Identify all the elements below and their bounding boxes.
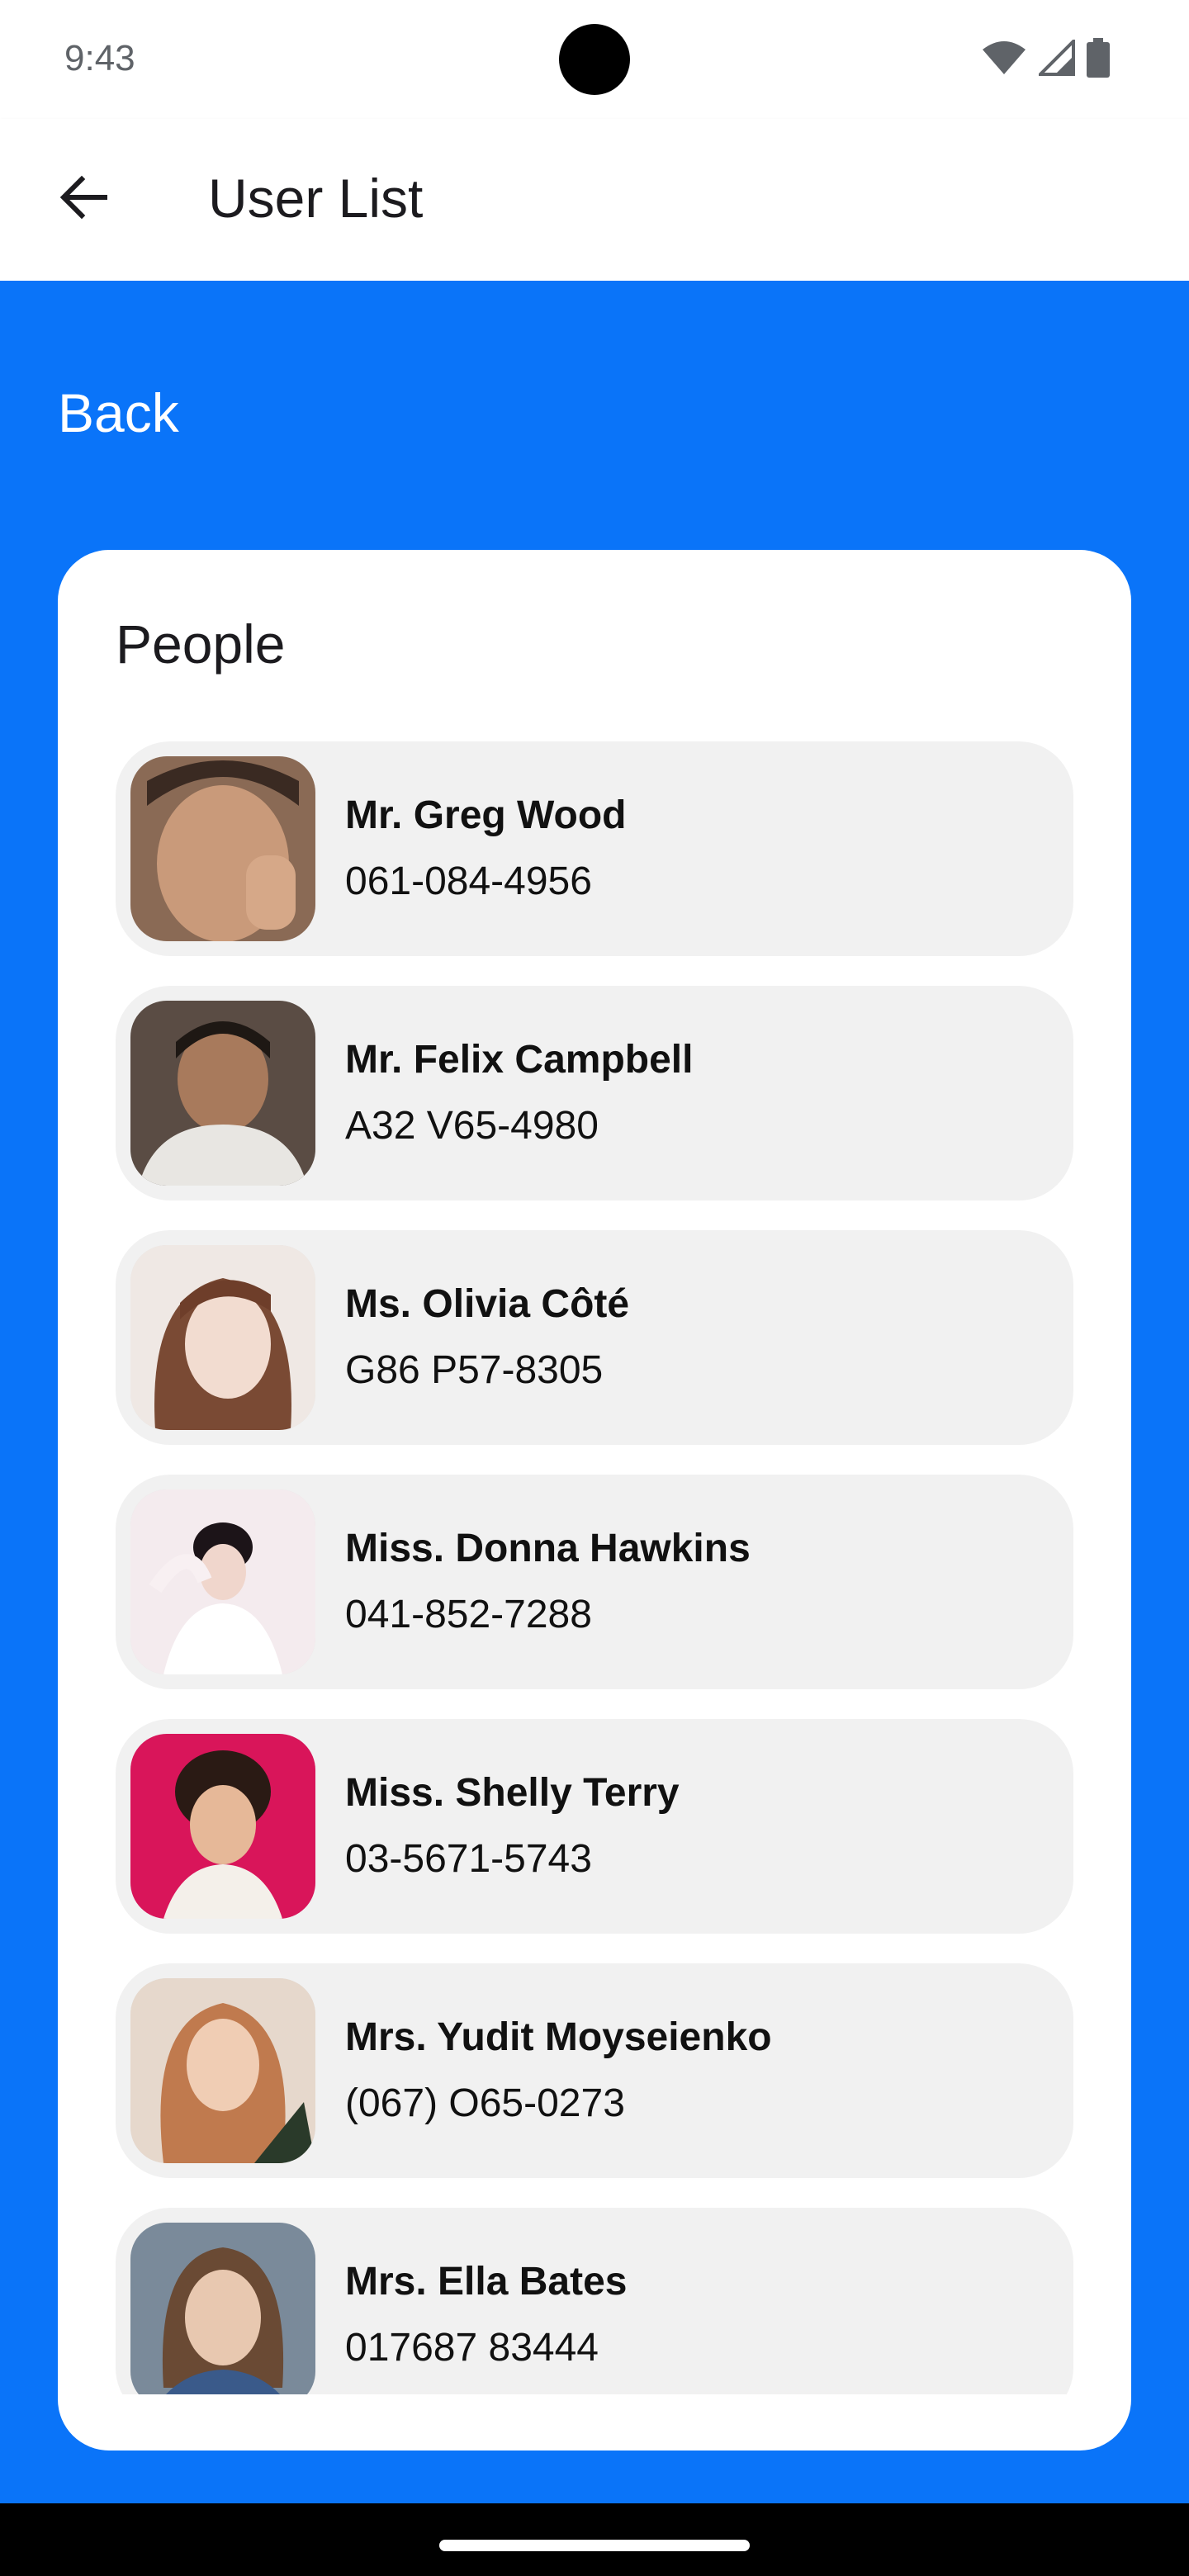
person-phone: 03-5671-5743 <box>345 1837 592 1881</box>
status-bar: 9:43 <box>0 0 1189 119</box>
list-item[interactable]: Miss. Shelly Terry 03-5671-5743 <box>116 1719 1073 1934</box>
avatar <box>130 1245 315 1430</box>
back-arrow-button[interactable] <box>46 162 121 236</box>
person-name: Ms. Olivia Côté <box>345 1282 630 1326</box>
back-link[interactable]: Back <box>58 383 179 443</box>
status-icons <box>981 38 1110 78</box>
list-item[interactable]: Mr. Greg Wood 061-084-4956 <box>116 741 1073 956</box>
person-name: Miss. Shelly Terry <box>345 1771 680 1815</box>
person-name: Mrs. Yudit Moyseienko <box>345 2015 772 2059</box>
person-name: Mr. Greg Wood <box>345 793 627 837</box>
person-phone: (067) O65-0273 <box>345 2081 625 2125</box>
camera-cutout <box>559 24 630 95</box>
list-item[interactable]: Mrs. Yudit Moyseienko (067) O65-0273 <box>116 1963 1073 2178</box>
home-indicator[interactable] <box>439 2540 750 2551</box>
avatar <box>130 1734 315 1919</box>
list-item[interactable]: Miss. Donna Hawkins 041-852-7288 <box>116 1475 1073 1689</box>
content-area: Back People Mr. Greg Wood 061-084-4956 M… <box>0 281 1189 2503</box>
avatar <box>130 2223 315 2394</box>
battery-icon <box>1087 38 1110 78</box>
person-phone: G86 P57-8305 <box>345 1348 604 1392</box>
status-time: 9:43 <box>64 38 135 78</box>
person-phone: A32 V65-4980 <box>345 1104 599 1148</box>
person-phone: 061-084-4956 <box>345 859 592 903</box>
arrow-back-icon <box>57 171 110 228</box>
navigation-bar <box>0 2503 1189 2576</box>
person-name: Mr. Felix Campbell <box>345 1038 694 1082</box>
list-item[interactable]: Ms. Olivia Côté G86 P57-8305 <box>116 1230 1073 1445</box>
signal-icon <box>1039 40 1075 76</box>
person-phone: 041-852-7288 <box>345 1593 592 1636</box>
people-card: People Mr. Greg Wood 061-084-4956 Mr. Fe… <box>58 550 1131 2451</box>
avatar <box>130 1001 315 1186</box>
page-title: User List <box>208 168 424 229</box>
people-list[interactable]: Mr. Greg Wood 061-084-4956 Mr. Felix Cam… <box>116 741 1073 2394</box>
list-item[interactable]: Mr. Felix Campbell A32 V65-4980 <box>116 986 1073 1200</box>
person-name: Miss. Donna Hawkins <box>345 1527 751 1570</box>
app-bar: User List <box>0 119 1189 281</box>
avatar <box>130 1978 315 2163</box>
wifi-icon <box>981 40 1027 76</box>
person-phone: 017687 83444 <box>345 2326 599 2370</box>
card-title: People <box>116 613 286 675</box>
person-name: Mrs. Ella Bates <box>345 2260 628 2304</box>
avatar <box>130 756 315 941</box>
avatar <box>130 1489 315 1674</box>
list-item[interactable]: Mrs. Ella Bates 017687 83444 <box>116 2208 1073 2394</box>
